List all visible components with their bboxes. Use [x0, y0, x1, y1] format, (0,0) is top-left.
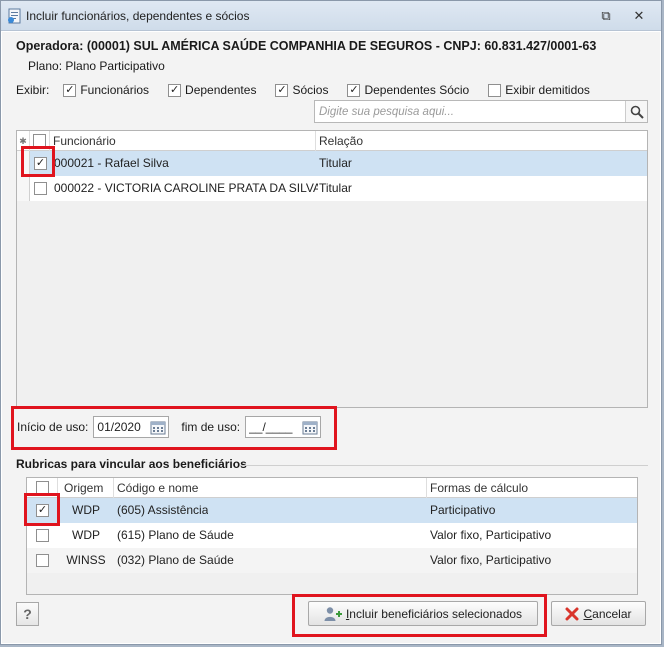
calendar-icon[interactable] [300, 418, 319, 436]
column-header-funcionario[interactable]: Funcionário [50, 131, 316, 151]
filter-funcionarios-checkbox[interactable]: ✓ Funcionários [63, 83, 149, 97]
inicio-uso-input[interactable] [94, 417, 149, 437]
search-button[interactable] [625, 101, 647, 122]
column-header-relacao[interactable]: Relação [316, 131, 647, 151]
filter-exibir-demitidos-checkbox[interactable]: Exibir demitidos [488, 83, 590, 97]
table-row[interactable]: ✓ WDP (605) Assistência Participativo [27, 498, 637, 523]
incluir-beneficiarios-label: Incluir beneficiários selecionados [346, 607, 522, 621]
column-header-codigo-nome[interactable]: Código e nome [114, 478, 427, 498]
inicio-uso-field [93, 416, 170, 438]
checkbox-checked-icon[interactable]: ✓ [168, 83, 182, 97]
employees-grid-header: ✱ Funcionário Relação [17, 131, 647, 151]
formas-calculo-cell: Valor fixo, Participativo [430, 528, 552, 542]
calendar-icon[interactable] [148, 418, 167, 436]
checkbox-unchecked-icon[interactable] [34, 182, 47, 195]
table-row[interactable]: 000022 - VICTORIA CAROLINE PRATA DA SILV… [30, 176, 647, 201]
fim-uso-input[interactable] [246, 417, 301, 437]
filter-socios-checkbox[interactable]: ✓ Sócios [275, 83, 328, 97]
incluir-beneficiarios-button[interactable]: Incluir beneficiários selecionados [308, 601, 538, 626]
column-header-formas-calculo[interactable]: Formas de cálculo [427, 478, 637, 498]
origem-cell: WINSS [66, 553, 106, 567]
checkbox-checked-icon[interactable]: ✓ [275, 83, 289, 97]
table-row[interactable]: WINSS (032) Plano de Saúde Valor fixo, P… [27, 548, 637, 573]
codigo-nome-cell: (615) Plano de Sáude [117, 528, 234, 542]
checkbox-unchecked-icon[interactable] [36, 554, 49, 567]
search-box [314, 100, 648, 123]
checkbox-checked-icon[interactable]: ✓ [36, 504, 49, 517]
fim-uso-field [245, 416, 322, 438]
filter-label: Exibir: [16, 83, 50, 97]
add-user-icon [324, 606, 342, 621]
plano-info: Plano: Plano Participativo [28, 59, 165, 73]
help-button[interactable]: ? [16, 602, 39, 626]
search-icon [630, 105, 644, 119]
filter-socios-label: Sócios [292, 83, 329, 97]
formas-calculo-cell: Valor fixo, Participativo [430, 553, 552, 567]
funcionario-cell: 000022 - VICTORIA CAROLINE PRATA DA SILV… [54, 181, 318, 195]
filter-dependentes-checkbox[interactable]: ✓ Dependentes [168, 83, 256, 97]
filter-exibir-demitidos-label: Exibir demitidos [505, 83, 590, 97]
formas-calculo-cell: Participativo [430, 503, 496, 517]
incluir-label-rest: ncluir beneficiários selecionados [349, 606, 523, 621]
app-form-icon [7, 8, 23, 24]
table-row[interactable]: WDP (615) Plano de Sáude Valor fixo, Par… [27, 523, 637, 548]
title-bar: Incluir funcionários, dependentes e sóci… [1, 1, 661, 31]
codigo-nome-cell: (032) Plano de Saúde [117, 553, 234, 567]
dialog-body: Operadora: (00001) SUL AMÉRICA SAÚDE COM… [2, 32, 660, 643]
cancel-label: Cancelar [583, 607, 631, 621]
restore-window-icon[interactable]: ⧉ [598, 8, 614, 24]
usage-period-row: Início de uso: fim de uso: [17, 416, 322, 438]
window-title: Incluir funcionários, dependentes e sóci… [26, 9, 250, 23]
filter-row: Exibir: ✓ Funcionários ✓ Dependentes ✓ Sóci… [16, 82, 609, 98]
row-indicator-header-icon: ✱ [17, 131, 30, 151]
rubricas-grid-header: Origem Código e nome Formas de cálculo [27, 478, 637, 498]
checkbox-unchecked-icon[interactable] [36, 481, 49, 494]
origem-cell: WDP [72, 528, 100, 542]
inicio-uso-label: Início de uso: [17, 420, 89, 434]
relacao-cell: Titular [319, 181, 352, 195]
cancel-button[interactable]: Cancelar [551, 601, 646, 626]
funcionario-cell: 000021 - Rafael Silva [54, 156, 169, 170]
select-all-employees-cell[interactable] [30, 131, 50, 151]
rubricas-grid: Origem Código e nome Formas de cálculo ✓… [26, 477, 638, 595]
filter-dependentes-socio-checkbox[interactable]: ✓ Dependentes Sócio [347, 83, 469, 97]
checkbox-checked-icon[interactable]: ✓ [63, 83, 77, 97]
search-input[interactable] [315, 101, 625, 122]
checkbox-checked-icon[interactable]: ✓ [34, 157, 47, 170]
column-header-origem[interactable]: Origem [58, 478, 114, 498]
fim-uso-label: fim de uso: [181, 420, 241, 434]
checkbox-unchecked-icon[interactable] [488, 83, 502, 97]
cancel-x-icon [565, 607, 579, 620]
codigo-nome-cell: (605) Assistência [117, 503, 209, 517]
checkbox-checked-icon[interactable]: ✓ [347, 83, 361, 97]
cancel-label-rest: ancelar [592, 606, 632, 621]
operadora-info: Operadora: (00001) SUL AMÉRICA SAÚDE COM… [16, 39, 597, 53]
filter-dependentes-socio-label: Dependentes Sócio [364, 83, 470, 97]
checkbox-unchecked-icon[interactable] [36, 529, 49, 542]
filter-dependentes-label: Dependentes [185, 83, 257, 97]
checkbox-unchecked-icon[interactable] [33, 134, 46, 147]
dialog-window: Incluir funcionários, dependentes e sóci… [0, 0, 662, 645]
origem-cell: WDP [72, 503, 100, 517]
relacao-cell: Titular [319, 156, 352, 170]
employees-grid: ✱ Funcionário Relação ✓ 000021 - Rafael … [16, 130, 648, 408]
row-indicator-column [17, 151, 30, 201]
select-all-rubricas-cell[interactable] [27, 478, 58, 498]
table-row[interactable]: ✓ 000021 - Rafael Silva Titular [30, 151, 647, 176]
section-divider [240, 465, 648, 466]
cancel-hotkey-letter: C [583, 606, 593, 621]
close-window-icon[interactable]: ✕ [631, 8, 647, 24]
filter-funcionarios-label: Funcionários [80, 83, 150, 97]
rubricas-section-title: Rubricas para vincular aos beneficiários [16, 457, 247, 471]
